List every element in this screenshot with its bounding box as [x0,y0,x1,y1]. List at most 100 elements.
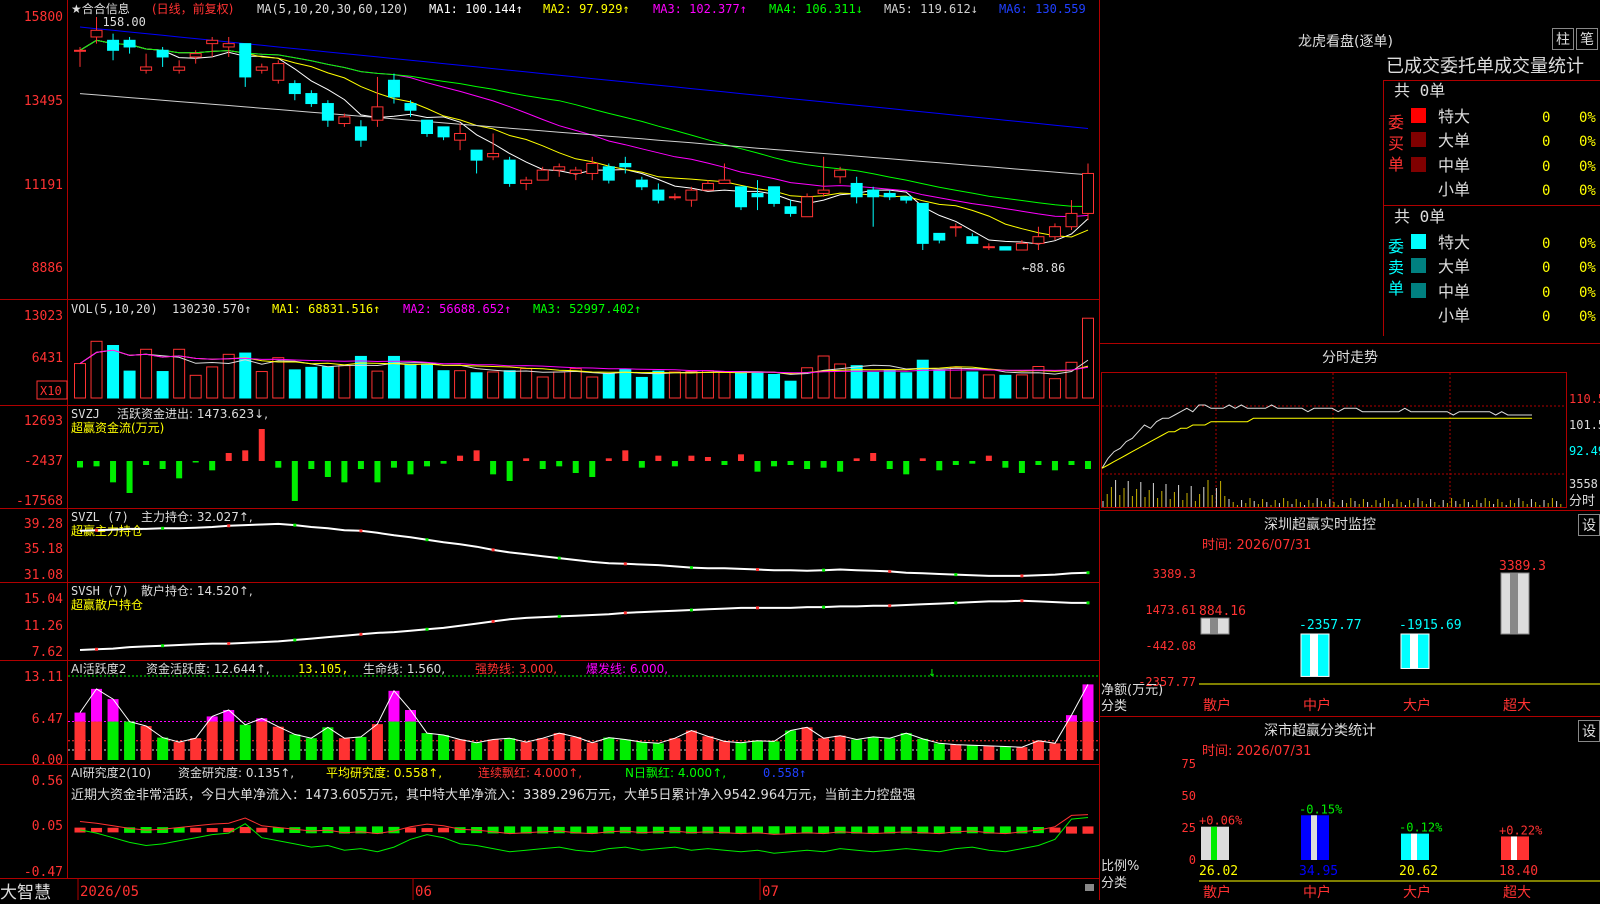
sz-class-settings-button[interactable]: 设 [1578,720,1600,742]
activity-bar [834,735,846,760]
flow-bar [556,461,563,467]
candle-body [1082,172,1094,214]
volume-bar [850,365,863,399]
class-chg-label: -0.12% [1399,821,1443,835]
class-cat-label: 散户 [1203,884,1231,900]
activity-bar [124,721,136,760]
svzl-value: 主力持仓: 32.027↑, [141,509,253,524]
pen-mode-button[interactable]: 笔 [1576,28,1598,50]
research-bar [239,827,251,834]
volume-bar [982,374,995,399]
flow-bar [539,461,546,469]
class-value-label: 20.62 [1399,864,1438,879]
flow-bar [457,455,464,461]
ai1-lifeline: 生命线: 1.560, [363,661,445,676]
volume-bar [140,348,153,399]
activity-bar [239,724,251,760]
activity-bar [454,739,466,760]
activity-bar [107,721,119,760]
ma-line-6 [79,26,1089,129]
activity-bar [752,740,764,760]
class-bar-shade [1411,833,1417,860]
flow-bar [704,457,711,461]
svzj-tick-2: -17568 [16,494,63,509]
stock-title: ★合合信息 [71,1,130,16]
sell-orders: 共 0单 委 卖 单 特大 大单 中单 小单 0 0 0 0 0% 0% 0% … [1388,207,1596,325]
flow-bar [258,429,265,461]
flow-bar [688,455,695,461]
flow-bar [985,455,992,461]
research-bar [818,826,830,834]
candle-body [503,159,516,184]
activity-bar [801,727,813,760]
intraday-price-line [1101,404,1532,469]
sz-class-tick-3: 0 [1189,853,1196,867]
volume-bar [784,380,797,399]
ai1-activity: 资金活跃度: 12.644↑, [146,661,270,676]
retail-hold-line-dot [1086,601,1090,605]
date-axis: 2026/05 06 07 [77,879,779,900]
activity-bar [900,733,912,760]
flow-bar [787,461,794,465]
sz-monitor-tick-0: 3389.3 [1153,567,1196,581]
candle-body [867,189,880,198]
bar-mode-button[interactable]: 柱 [1552,28,1574,50]
volume-bar [288,369,301,399]
volume-bar [1082,317,1094,399]
sell-label-3: 单 [1388,279,1404,298]
ai1-tick-2: 0.00 [32,753,63,768]
sell-row-1-n: 0 [1542,260,1550,276]
retail-hold-line-dot [359,632,363,636]
flow-bar [93,461,100,467]
class-chg-label: +0.06% [1199,814,1243,828]
sz-monitor-settings-button[interactable]: 设 [1578,514,1600,536]
flow-bar [159,461,166,469]
intraday-lines [1101,404,1562,507]
sz-monitor-tick-1: 1473.61 [1145,603,1196,617]
class-cat-label: 超大 [1503,885,1531,900]
vol-ma2: MA2: 56688.652↑ [403,302,511,316]
sell-row-0-name: 特大 [1438,233,1470,252]
retail-hold-line-dot [425,627,429,631]
flow-bar [853,458,860,461]
ai2-note: 近期大资金非常活跃，今日大单净流入：1473.605万元，其中特大单净流入：33… [71,787,915,803]
candle-body [619,162,632,168]
monitor-bar-shade [1410,634,1418,669]
activity-bar [884,738,896,760]
main-hold-line [79,522,1089,577]
candle-body [288,83,301,95]
class-chg-label: -0.15% [1299,802,1343,816]
research-bar [619,826,631,834]
svzl-tick-0: 39.28 [24,517,63,532]
fund-flow-bars [77,429,1091,501]
buy-row-1-swatch [1411,132,1426,147]
flow-bar [407,461,414,475]
research-bar [553,826,565,834]
volume-bar [487,371,500,399]
monitor-cat-label: 大户 [1403,697,1431,714]
volume-bar [90,340,103,399]
activity-bar-burst [1082,684,1094,722]
volume-bar [404,363,417,399]
sz-class-tick-1: 50 [1182,789,1196,803]
x-label: 2026/05 [80,884,139,900]
research-bar [504,826,516,834]
intraday-tick-2: 92.49 [1569,444,1600,458]
svzj-sub: 超赢资金流(万元) [71,420,164,435]
buy-row-2-n: 0 [1542,159,1550,175]
activity-bar [950,744,962,760]
activity-bar [157,737,169,760]
volume-bar [1048,378,1061,399]
activity-bar [1049,743,1061,760]
ma5-value: MA5: 119.612↓ [884,2,978,16]
ma-line-5 [79,93,1089,176]
class-cat-label: 中户 [1303,884,1331,900]
activity-bar [322,727,334,760]
brand-logo: 大智慧 [0,883,51,903]
retail-hold-line-dot [557,614,561,618]
ai2-value5: 0.558↑ [763,766,806,780]
candle-body [652,189,665,201]
research-bar [735,826,747,834]
chart-canvas: ★合合信息 (日线，前复权) MA(5,10,20,30,60,120) MA1… [0,0,1600,901]
buy-row-2-name: 中单 [1438,156,1470,175]
